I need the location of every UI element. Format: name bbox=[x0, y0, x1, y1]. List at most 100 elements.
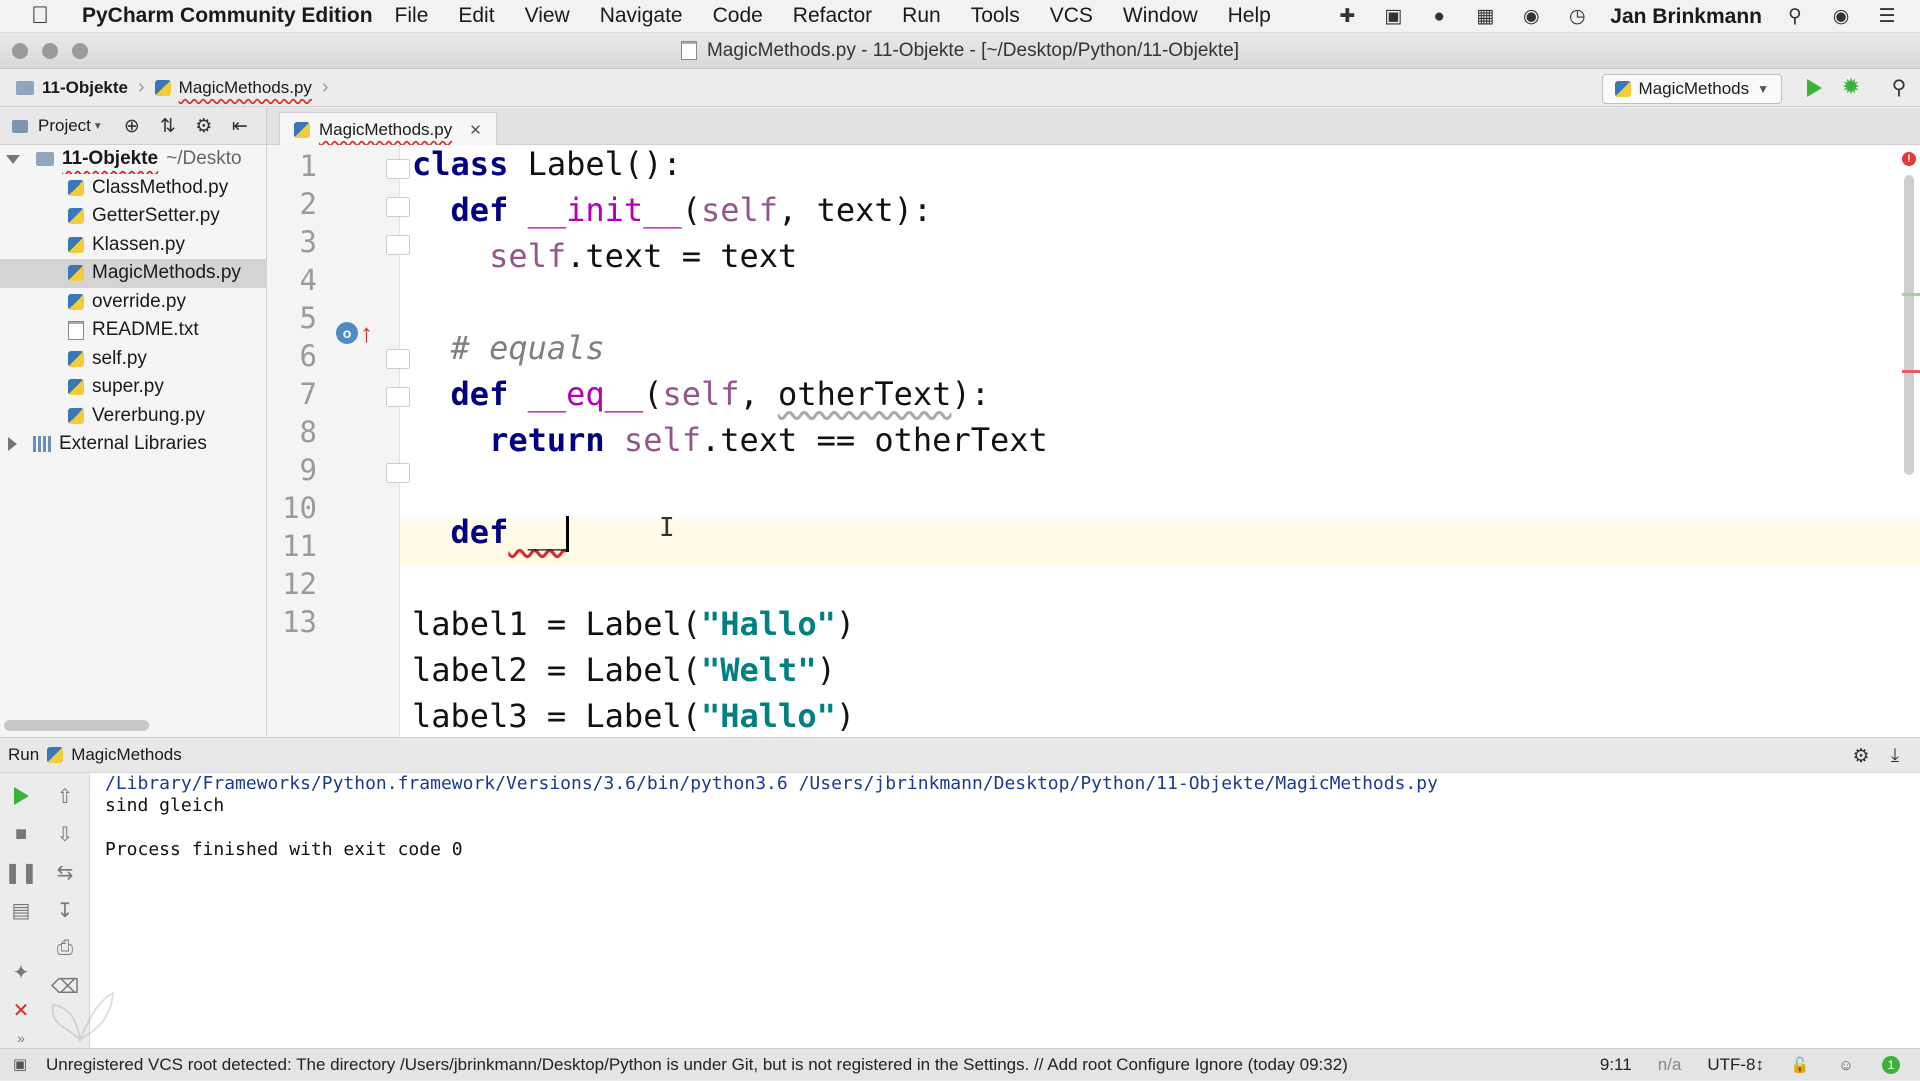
tree-file-label: self.py bbox=[92, 347, 147, 369]
close-icon[interactable]: ✕ bbox=[8, 997, 34, 1023]
tree-file-selected[interactable]: MagicMethods.py bbox=[0, 259, 266, 288]
menu-window[interactable]: Window bbox=[1123, 4, 1198, 28]
clock-icon[interactable]: ◷ bbox=[1564, 6, 1590, 28]
notification-list-icon[interactable]: ☰ bbox=[1874, 6, 1900, 28]
search-everywhere-icon[interactable]: ⚲ bbox=[1886, 76, 1912, 99]
error-marker[interactable] bbox=[1902, 370, 1920, 373]
chat-icon[interactable]: ◉ bbox=[1518, 6, 1544, 28]
tree-file[interactable]: self.py bbox=[0, 345, 266, 374]
editor-tab-magicmethods[interactable]: MagicMethods.py ✕ bbox=[279, 112, 497, 146]
gear-icon[interactable]: ⚙ bbox=[191, 115, 217, 137]
chevron-down-icon[interactable]: ▼ bbox=[93, 121, 103, 132]
print-icon[interactable]: ⎙ bbox=[52, 935, 78, 961]
expand-arrow-icon[interactable] bbox=[8, 437, 17, 452]
python-file-icon bbox=[294, 121, 310, 138]
hide-panel-icon[interactable]: ⤓ bbox=[1882, 745, 1908, 767]
fold-marker-icon[interactable] bbox=[386, 197, 410, 217]
fold-marker-icon[interactable] bbox=[386, 349, 410, 369]
caret-position[interactable]: 9:11 bbox=[1600, 1055, 1632, 1075]
console-line: /Library/Frameworks/Python.framework/Ver… bbox=[105, 773, 1438, 794]
tool-windows-icon[interactable]: ▣ bbox=[10, 1055, 30, 1073]
menu-tools[interactable]: Tools bbox=[971, 4, 1020, 28]
zoom-window-button[interactable] bbox=[72, 43, 88, 59]
menu-run[interactable]: Run bbox=[902, 4, 941, 28]
soft-wrap-icon[interactable]: ⇆ bbox=[52, 859, 78, 885]
run-icon[interactable] bbox=[1807, 79, 1822, 97]
line-number: 5 bbox=[299, 301, 317, 335]
tree-file[interactable]: ClassMethod.py bbox=[0, 174, 266, 203]
pin-icon[interactable]: ✦ bbox=[8, 959, 34, 985]
user-name[interactable]: Jan Brinkmann bbox=[1610, 5, 1762, 29]
apple-icon[interactable]:  bbox=[16, 2, 64, 30]
tree-file[interactable]: README.txt bbox=[0, 316, 266, 345]
run-tab-config[interactable]: MagicMethods bbox=[71, 745, 182, 765]
camera-icon[interactable]: ▦ bbox=[1472, 6, 1498, 28]
run-console-output[interactable]: /Library/Frameworks/Python.framework/Ver… bbox=[90, 773, 1920, 1048]
tree-file[interactable]: Klassen.py bbox=[0, 231, 266, 260]
menu-edit[interactable]: Edit bbox=[458, 4, 494, 28]
tree-file[interactable]: override.py bbox=[0, 288, 266, 317]
close-tab-icon[interactable]: ✕ bbox=[469, 121, 482, 139]
menu-view[interactable]: View bbox=[525, 4, 570, 28]
event-log-icon[interactable]: 1 bbox=[1882, 1056, 1900, 1074]
menu-file[interactable]: File bbox=[395, 4, 429, 28]
gear-icon[interactable]: ⚙ bbox=[1848, 745, 1874, 767]
menu-refactor[interactable]: Refactor bbox=[793, 4, 872, 28]
run-configuration-dropdown[interactable]: MagicMethods ▼ bbox=[1601, 74, 1782, 104]
tree-file[interactable]: GetterSetter.py bbox=[0, 202, 266, 231]
minimize-window-button[interactable] bbox=[42, 43, 58, 59]
tree-root-folder[interactable]: 11-Objekte ~/Deskto bbox=[0, 145, 266, 174]
bag-icon[interactable]: ▣ bbox=[1380, 6, 1406, 28]
tree-file-label: MagicMethods.py bbox=[92, 262, 241, 284]
code-editor[interactable]: 1 2 3 4 5 6 7 8 9 10 11 12 13 o ↑ class … bbox=[267, 145, 1920, 737]
plus-icon[interactable]: ✚ bbox=[1334, 6, 1360, 28]
tree-file[interactable]: super.py bbox=[0, 373, 266, 402]
siri-icon[interactable]: ◉ bbox=[1828, 6, 1854, 28]
vcs-notification-message[interactable]: Unregistered VCS root detected: The dire… bbox=[46, 1055, 1348, 1075]
code-text: ) bbox=[835, 605, 856, 643]
target-icon[interactable]: ⊕ bbox=[119, 115, 145, 137]
fold-marker-icon[interactable] bbox=[386, 235, 410, 255]
change-marker[interactable] bbox=[1902, 293, 1920, 296]
fold-marker-icon[interactable] bbox=[386, 463, 410, 483]
project-horizontal-scrollbar[interactable] bbox=[4, 720, 149, 731]
overrides-method-marker[interactable]: o ↑ bbox=[336, 320, 373, 346]
project-tree: 11-Objekte ~/Deskto ClassMethod.py Gette… bbox=[0, 145, 266, 737]
line-separator[interactable]: n/a bbox=[1658, 1055, 1682, 1075]
down-arrow-icon[interactable]: ⇩ bbox=[52, 821, 78, 847]
tree-file[interactable]: Vererbung.py bbox=[0, 402, 266, 431]
lock-icon[interactable]: 🔓 bbox=[1790, 1056, 1810, 1074]
breadcrumb-file[interactable]: MagicMethods.py bbox=[149, 78, 318, 98]
error-indicator-icon[interactable]: ! bbox=[1902, 152, 1916, 166]
editor-vertical-scrollbar[interactable] bbox=[1904, 175, 1914, 475]
file-encoding[interactable]: UTF-8↕ bbox=[1707, 1055, 1764, 1075]
stop-icon[interactable]: ■ bbox=[8, 821, 34, 847]
pause-icon[interactable]: ❚❚ bbox=[4, 859, 38, 885]
spotlight-search-icon[interactable]: ⚲ bbox=[1782, 6, 1808, 28]
tree-external-libraries[interactable]: External Libraries bbox=[0, 430, 266, 459]
project-view-dropdown[interactable]: Project bbox=[38, 116, 91, 136]
up-arrow-icon[interactable]: ⇧ bbox=[52, 783, 78, 809]
debug-icon[interactable]: ✹ bbox=[1838, 74, 1864, 99]
editor-tab-bar: MagicMethods.py ✕ bbox=[267, 108, 1920, 146]
scroll-to-end-icon[interactable]: ↧ bbox=[52, 897, 78, 923]
breadcrumb-project[interactable]: 11-Objekte bbox=[10, 78, 134, 98]
line-number: 3 bbox=[299, 225, 317, 259]
menu-help[interactable]: Help bbox=[1228, 4, 1271, 28]
fold-marker-icon[interactable] bbox=[386, 159, 410, 179]
menu-code[interactable]: Code bbox=[713, 4, 763, 28]
menu-vcs[interactable]: VCS bbox=[1050, 4, 1093, 28]
collapse-all-icon[interactable]: ⇅ bbox=[155, 115, 181, 137]
editor-tab-label: MagicMethods.py bbox=[319, 119, 453, 139]
close-window-button[interactable] bbox=[12, 43, 28, 59]
layout-icon[interactable]: ▤ bbox=[8, 897, 34, 923]
hide-pane-icon[interactable]: ⇤ bbox=[227, 115, 253, 137]
rerun-button[interactable] bbox=[8, 783, 34, 809]
menu-navigate[interactable]: Navigate bbox=[600, 4, 683, 28]
expand-arrow-icon[interactable] bbox=[6, 154, 20, 164]
leaf-icon[interactable]: ● bbox=[1426, 6, 1452, 28]
app-name-menu[interactable]: PyCharm Community Edition bbox=[82, 4, 373, 28]
butterfly-watermark-icon bbox=[51, 991, 115, 1043]
inspector-icon[interactable]: ☺ bbox=[1836, 1056, 1856, 1074]
fold-marker-icon[interactable] bbox=[386, 387, 410, 407]
